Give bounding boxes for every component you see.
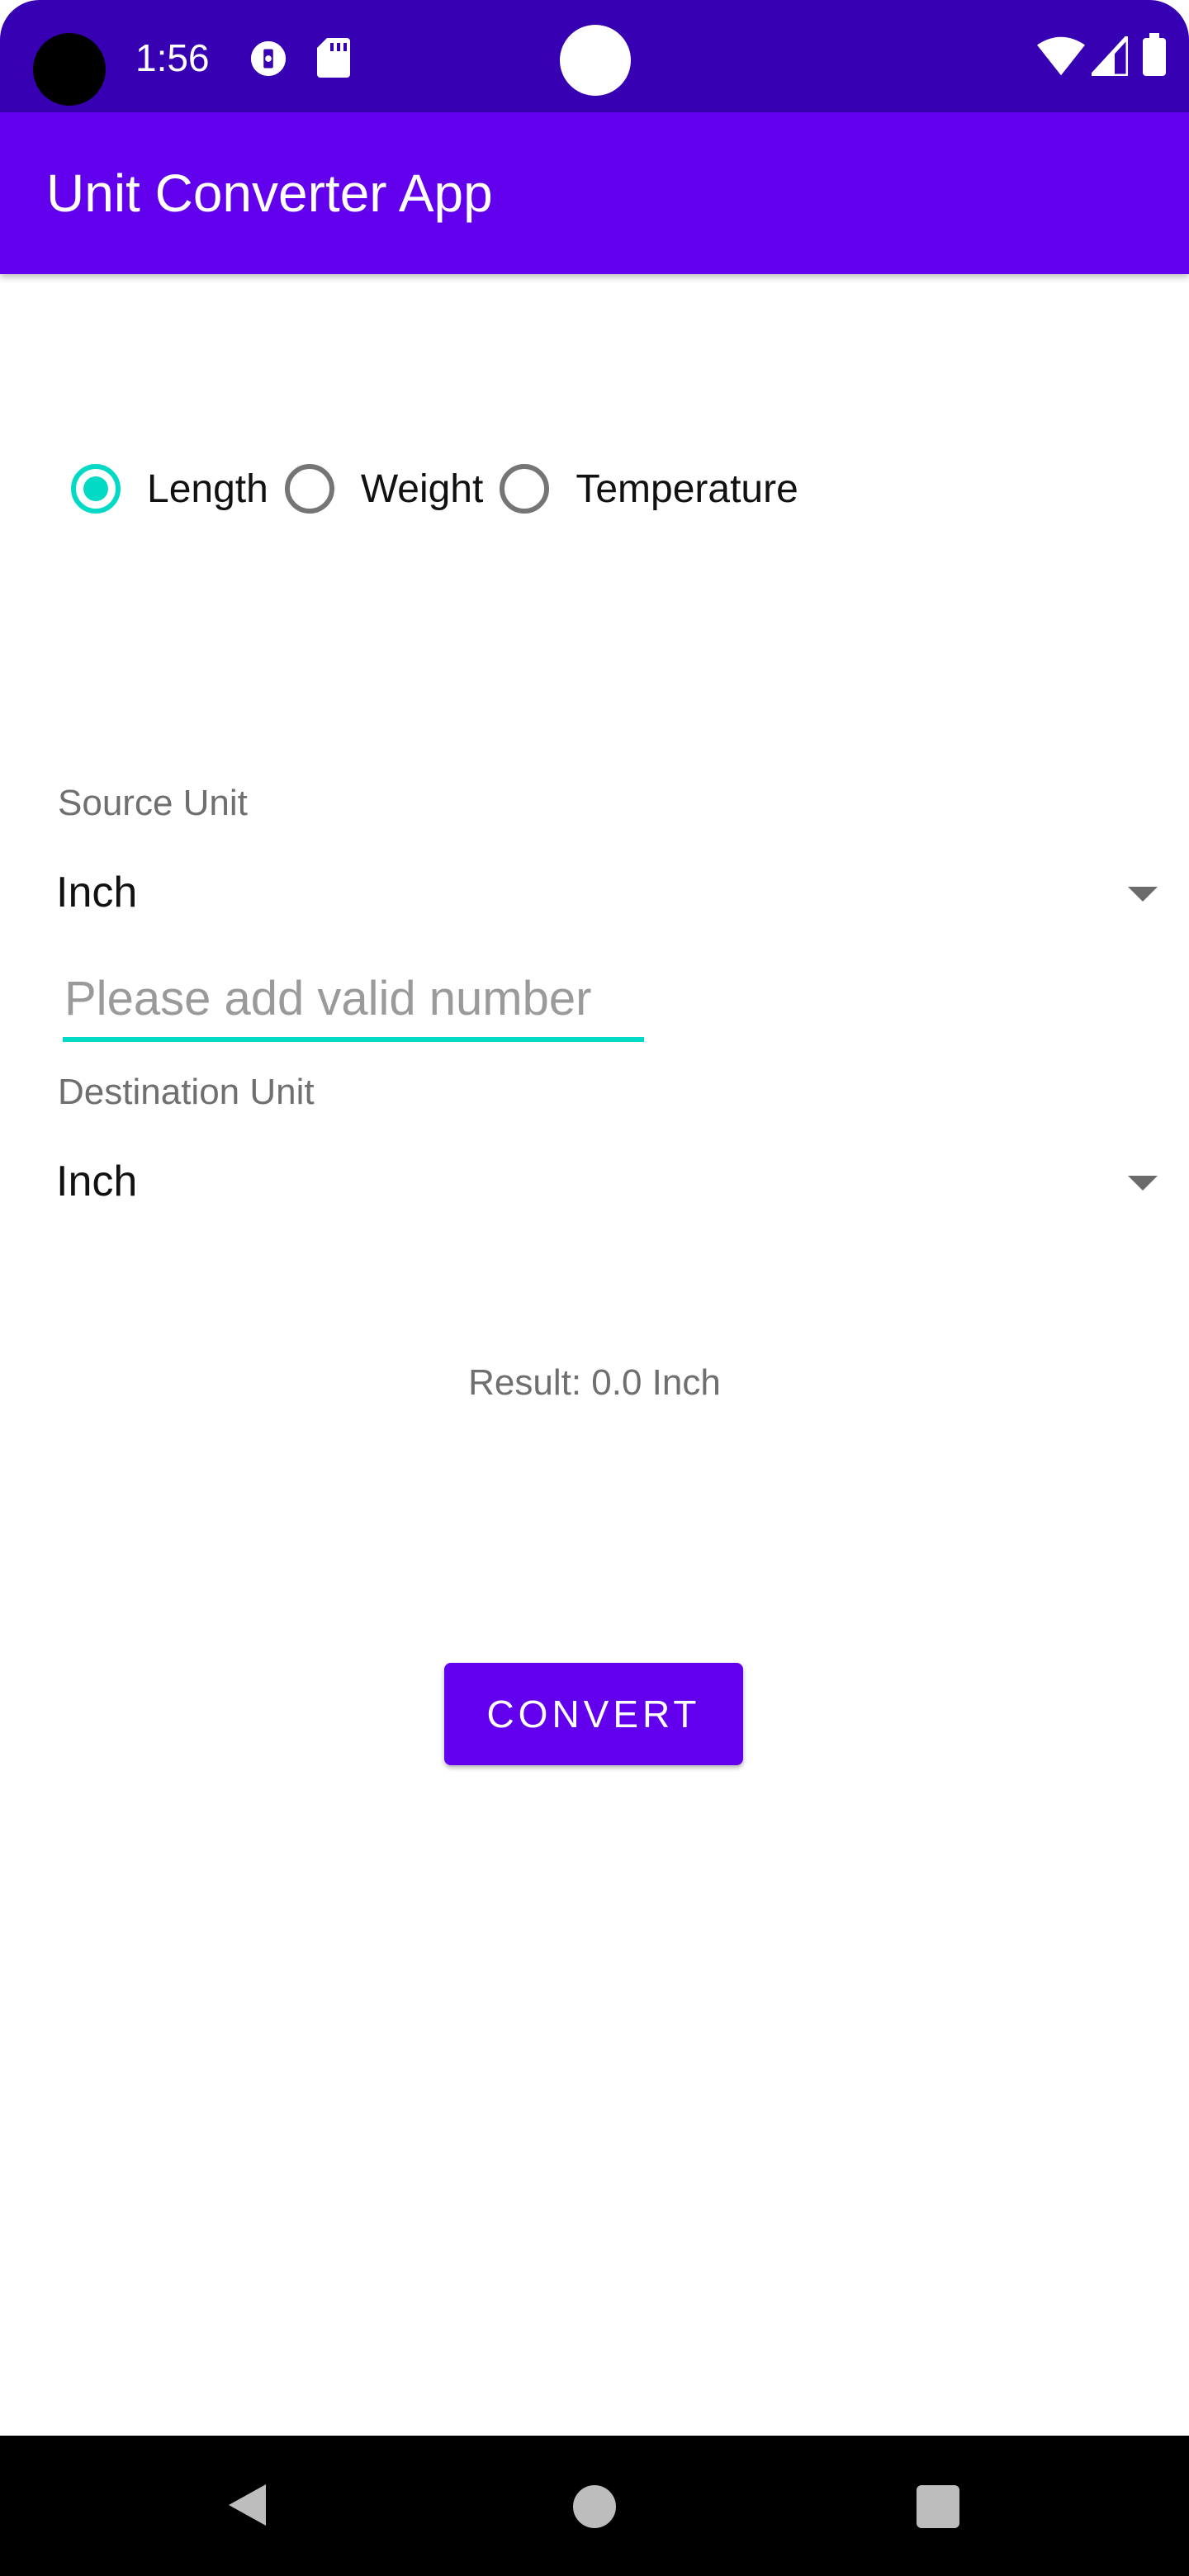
source-unit-value[interactable]: Inch <box>56 847 137 938</box>
signal-icon <box>1092 36 1128 76</box>
app-bar: Unit Converter App <box>0 112 1189 274</box>
radio-temperature[interactable]: Temperature <box>500 454 814 523</box>
camera-dot <box>560 25 631 96</box>
radio-weight-label[interactable]: Weight <box>361 466 484 512</box>
radio-unchecked-icon[interactable] <box>500 464 550 514</box>
dropdown-arrow-icon[interactable] <box>1128 1176 1158 1191</box>
conversion-type-radio-group: Length Weight Temperature <box>71 454 815 523</box>
back-icon[interactable] <box>225 2480 274 2530</box>
destination-unit-value[interactable]: Inch <box>56 1136 137 1227</box>
radio-length-label[interactable]: Length <box>147 466 268 512</box>
home-icon[interactable] <box>573 2485 616 2528</box>
source-unit-spinner[interactable]: Inch <box>41 847 1181 938</box>
recents-icon[interactable] <box>917 2485 959 2528</box>
result-text: Result: 0.0 Inch <box>468 1362 721 1403</box>
convert-button[interactable]: CONVERT <box>444 1663 743 1765</box>
radio-unchecked-icon[interactable] <box>284 464 334 514</box>
radio-temperature-label[interactable]: Temperature <box>576 466 798 512</box>
data-saver-icon <box>250 40 287 77</box>
status-bar: 1:56 <box>0 0 1189 112</box>
battery-icon <box>1143 33 1166 76</box>
source-unit-label: Source Unit <box>58 783 248 823</box>
navigation-bar <box>0 2436 1189 2576</box>
radio-weight[interactable]: Weight <box>284 454 500 523</box>
dropdown-arrow-icon[interactable] <box>1128 887 1158 902</box>
app-title: Unit Converter App <box>46 163 493 223</box>
sd-card-icon <box>317 38 350 78</box>
number-input[interactable] <box>63 963 644 1042</box>
unit-converter-screen: 1:56 Unit Converter App Length Weight Te… <box>0 0 1189 2576</box>
radio-length[interactable]: Length <box>71 454 285 523</box>
front-camera <box>33 33 106 106</box>
status-time: 1:56 <box>135 36 210 79</box>
radio-checked-icon[interactable] <box>71 464 121 514</box>
wifi-icon <box>1037 36 1085 76</box>
destination-unit-label: Destination Unit <box>58 1072 315 1112</box>
destination-unit-spinner[interactable]: Inch <box>41 1136 1181 1227</box>
